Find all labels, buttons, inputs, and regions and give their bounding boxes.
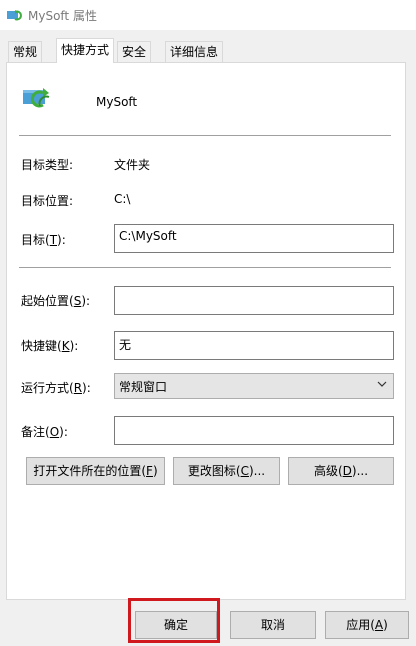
- target-location-value: C:\: [114, 192, 131, 206]
- tab-details[interactable]: 详细信息: [165, 41, 224, 62]
- tab-shortcut[interactable]: 快捷方式: [56, 38, 115, 63]
- apply-button[interactable]: 应用(A): [325, 611, 409, 639]
- change-icon-button[interactable]: 更改图标(C)...: [173, 457, 280, 485]
- comment-label: 备注(O):: [21, 425, 68, 439]
- divider: [19, 267, 391, 268]
- comment-field[interactable]: [114, 416, 394, 445]
- shortcut-folder-icon: [7, 10, 22, 21]
- app-name: MySoft: [96, 95, 138, 109]
- target-location-label: 目标位置:: [21, 194, 74, 208]
- start-in-label: 起始位置(S):: [21, 294, 91, 308]
- run-select[interactable]: 常规窗口: [114, 373, 394, 399]
- target-label: 目标(T):: [21, 233, 66, 247]
- start-in-field[interactable]: [114, 286, 394, 315]
- hotkey-field[interactable]: 无: [114, 331, 394, 360]
- tab-security[interactable]: 安全: [117, 41, 152, 62]
- tab-general[interactable]: 常规: [8, 41, 43, 62]
- ok-button[interactable]: 确定: [135, 611, 217, 639]
- cancel-button[interactable]: 取消: [230, 611, 316, 639]
- shortcut-folder-icon: [23, 88, 50, 108]
- target-type-label: 目标类型:: [21, 158, 74, 172]
- open-file-location-button[interactable]: 打开文件所在的位置(F): [26, 457, 165, 485]
- hotkey-label: 快捷键(K):: [21, 339, 79, 353]
- shortcut-panel: MySoft 目标类型: 文件夹 目标位置: C:\ 目标(T): C:\MyS…: [6, 62, 406, 600]
- divider: [19, 135, 391, 136]
- run-label: 运行方式(R):: [21, 381, 91, 395]
- target-type-value: 文件夹: [114, 158, 151, 172]
- advanced-button[interactable]: 高级(D)...: [288, 457, 394, 485]
- chevron-down-icon: [377, 381, 387, 387]
- window-title: MySoft 属性: [28, 9, 97, 23]
- run-select-value: 常规窗口: [119, 380, 168, 394]
- target-field[interactable]: C:\MySoft: [114, 224, 394, 253]
